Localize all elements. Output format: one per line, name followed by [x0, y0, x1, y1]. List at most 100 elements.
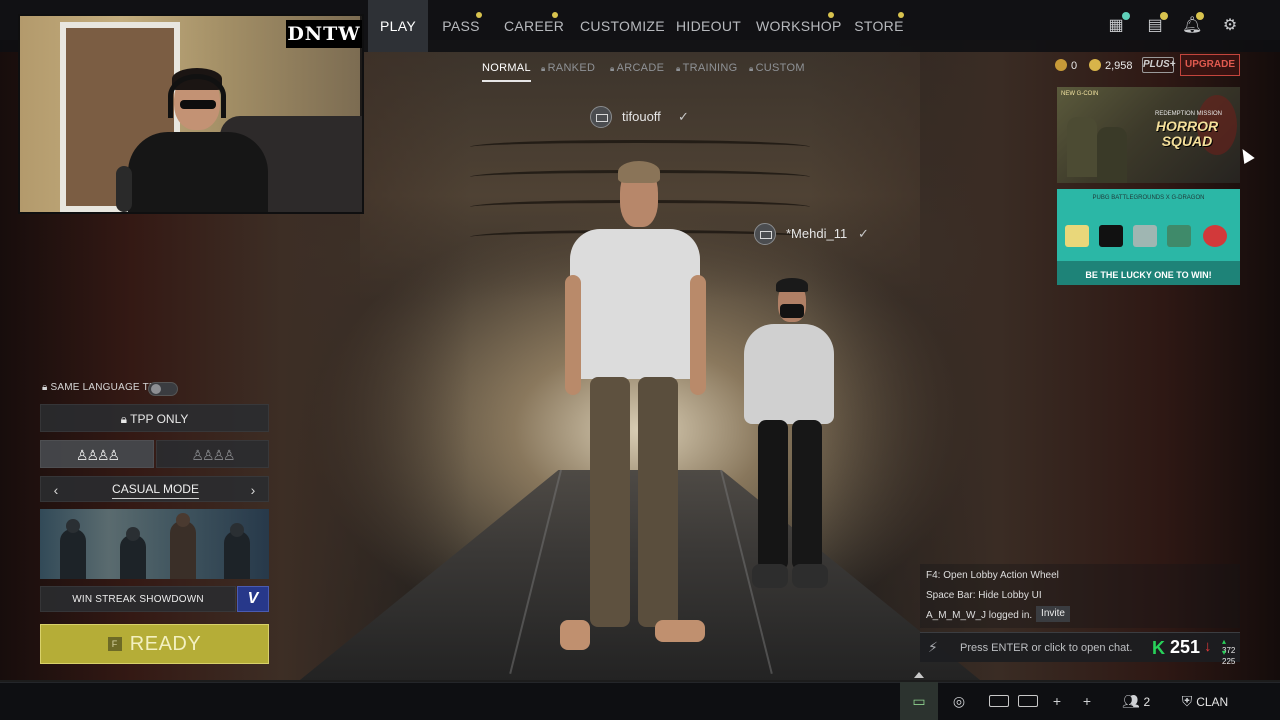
chat-line: F4: Open Lobby Action Wheel: [926, 570, 1059, 581]
clan-button[interactable]: ⛨ CLAN: [1178, 682, 1232, 720]
soldier-figure: [170, 521, 196, 579]
clan-icon: ⛨: [1181, 693, 1193, 709]
friends-count: 2: [1143, 695, 1151, 709]
soldier-figure: [60, 529, 86, 579]
character-boot: [752, 564, 788, 588]
same-language-toggle[interactable]: [148, 382, 178, 396]
tpp-only-button[interactable]: 🔒︎ TPP ONLY: [40, 404, 269, 432]
globe-button[interactable]: ◎: [946, 682, 972, 720]
invite-button[interactable]: Invite: [1036, 606, 1070, 622]
keyboard-icon: [989, 695, 1009, 707]
soldier-head: [126, 527, 140, 541]
ready-hotkey: F: [107, 637, 122, 651]
soldier-figure: [224, 531, 250, 579]
squad-size-option[interactable]: ♙♙♙♙: [40, 440, 154, 468]
chat-toggle-button[interactable]: ▭: [900, 682, 938, 720]
headset-icon: [168, 74, 226, 118]
ready-button[interactable]: F READY: [40, 624, 269, 664]
character-shirt: [744, 324, 834, 424]
squad-size-option[interactable]: ♙♙♙♙: [156, 440, 269, 468]
lightning-icon[interactable]: ⚡︎: [928, 639, 938, 656]
banner-figure: [1097, 127, 1127, 183]
soldier-head: [230, 523, 244, 537]
arrow-up-icon: ▴: [1222, 637, 1227, 646]
globe-icon: ◎: [952, 693, 966, 709]
soldier-head: [176, 513, 190, 527]
nav-tab-store[interactable]: STORE: [854, 0, 904, 52]
event-badge-icon[interactable]: V: [237, 586, 269, 612]
bp-icon: [1089, 59, 1101, 71]
character-hair: [618, 161, 660, 183]
notification-dot: [898, 12, 904, 18]
mode-label: CASUAL MODE: [71, 477, 240, 503]
player-emblem-icon: [590, 106, 612, 128]
character-cap: [776, 278, 808, 292]
ready-check-icon: ✓: [678, 109, 689, 124]
character-mask: [780, 304, 804, 318]
nav-tab-workshop[interactable]: WORKSHOP: [756, 0, 841, 52]
lock-icon: 🔒︎: [120, 412, 131, 426]
character-leg: [590, 377, 630, 627]
player-tag-tifouoff[interactable]: tifouoff ✓: [590, 106, 700, 128]
player-emblem-icon: [754, 223, 776, 245]
chat-line: Space Bar: Hide Lobby UI: [926, 590, 1042, 601]
notification-dot: [828, 12, 834, 18]
banner-cta: BE THE LUCKY ONE TO WIN!: [1085, 270, 1212, 280]
nav-tab-pass[interactable]: PASS: [440, 0, 482, 52]
ceiling-rib: [470, 140, 810, 154]
chat-log: F4: Open Lobby Action Wheel Space Bar: H…: [920, 564, 1240, 628]
chevron-up-icon[interactable]: [914, 672, 924, 678]
upgrade-button[interactable]: UPGRADE: [1180, 54, 1240, 76]
banner-figure: [1067, 117, 1097, 177]
arrow-down-icon: ▾: [1222, 648, 1227, 657]
friends-button[interactable]: 👥︎ 2: [1116, 682, 1156, 720]
nav-tab-career[interactable]: CAREER: [504, 0, 564, 52]
player-name: *Mehdi_11: [786, 226, 848, 241]
mode-tab-label: CUSTOM: [755, 62, 805, 74]
nav-tab-play[interactable]: PLAY: [368, 0, 428, 52]
character-boot: [792, 564, 828, 588]
nav-tab-customize[interactable]: CUSTOMIZE: [580, 0, 665, 52]
mode-tab-training[interactable]: 🔒︎ TRAINING: [676, 62, 738, 82]
tpp-label: TPP ONLY: [130, 412, 189, 426]
mode-preview-image[interactable]: [40, 509, 269, 579]
mode-tab-arcade[interactable]: 🔒︎ ARCADE: [610, 62, 664, 82]
banner-item: [1099, 225, 1123, 247]
gear-icon[interactable]: ⚙: [1220, 16, 1240, 36]
lock-icon: 🔒︎: [42, 382, 48, 393]
win-streak-event-button[interactable]: WIN STREAK SHOWDOWN: [40, 586, 236, 612]
add-slot-button[interactable]: +: [1046, 682, 1068, 720]
ping-indicator: K 251 ↓ ▴ 372 ▾ 225: [1148, 632, 1240, 666]
mode-prev-button[interactable]: ‹: [41, 477, 71, 503]
keyboard-button[interactable]: [986, 682, 1012, 720]
chat-input[interactable]: ⚡︎ Press ENTER or click to open chat.: [920, 632, 1148, 662]
mode-tab-label: ARCADE: [616, 62, 665, 74]
microphone-icon: [116, 166, 132, 212]
character-leg: [638, 377, 678, 627]
add-slot-button[interactable]: +: [1076, 682, 1098, 720]
keyboard-button[interactable]: [1015, 682, 1041, 720]
nav-tab-hideout[interactable]: HIDEOUT: [676, 0, 741, 52]
mode-next-button[interactable]: ›: [238, 477, 268, 503]
k-logo-icon: K: [1152, 638, 1165, 658]
character-arm: [690, 275, 706, 395]
banner-item: [1065, 225, 1089, 247]
ready-check-icon: ✓: [858, 226, 869, 241]
streamer-glasses: [180, 100, 216, 109]
lock-icon: 🔒︎: [541, 64, 546, 73]
bp-balance: 2,958: [1089, 57, 1133, 75]
ready-label: READY: [129, 633, 202, 655]
plus-badge[interactable]: PLUS+: [1142, 57, 1176, 73]
mode-tab-normal[interactable]: NORMAL: [482, 62, 531, 82]
chat-line: A_M_M_W_J logged in.: [926, 610, 1033, 621]
g-dragon-banner[interactable]: PUBG BATTLEGROUNDS X G-DRAGON BE THE LUC…: [1057, 189, 1240, 285]
chat-placeholder: Press ENTER or click to open chat.: [960, 642, 1133, 654]
mode-tab-custom[interactable]: 🔒︎ CUSTOM: [749, 62, 805, 82]
horror-squad-banner[interactable]: NEW G-COIN REDEMPTION MISSION HORROR SQU…: [1057, 87, 1240, 183]
ping-value: 251: [1170, 637, 1201, 657]
player-tag-mehdi[interactable]: *Mehdi_11 ✓: [754, 223, 874, 245]
banner-tag: NEW G-COIN: [1061, 91, 1099, 97]
character-tifouoff: [560, 161, 710, 665]
mode-tab-ranked[interactable]: 🔒︎ RANKED: [541, 62, 595, 82]
keyboard-icon: [1018, 695, 1038, 707]
